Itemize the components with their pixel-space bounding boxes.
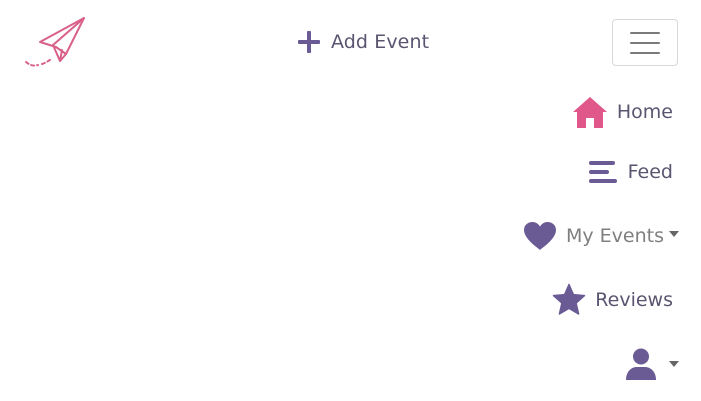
star-icon: [553, 283, 586, 315]
paper-plane-icon: [25, 17, 85, 67]
user-menu[interactable]: [624, 344, 679, 384]
add-event-label: Add Event: [331, 31, 430, 53]
hamburger-icon-bar: [630, 41, 660, 44]
nav-item-feed-label: Feed: [627, 161, 673, 183]
hamburger-icon: [630, 31, 660, 34]
heart-icon: [523, 222, 556, 250]
nav-item-my-events[interactable]: My Events: [523, 218, 679, 254]
hamburger-icon-bar: [630, 51, 660, 54]
add-event-link[interactable]: Add Event: [296, 26, 429, 58]
house-icon: [572, 97, 607, 128]
list-icon: [588, 161, 617, 183]
nav-item-my-events-label: My Events: [565, 225, 664, 247]
plus-icon: [298, 31, 320, 53]
chevron-down-icon: [669, 361, 679, 367]
chevron-down-icon: [669, 231, 679, 237]
brand-logo[interactable]: [24, 14, 88, 72]
nav-item-home[interactable]: Home: [572, 94, 673, 130]
nav-item-feed[interactable]: Feed: [587, 154, 673, 190]
nav-item-home-label: Home: [616, 101, 673, 123]
menu-toggle-button[interactable]: [612, 19, 678, 66]
user-icon: [626, 348, 656, 380]
nav-item-reviews-label: Reviews: [595, 289, 673, 311]
nav-item-reviews[interactable]: Reviews: [552, 282, 673, 318]
